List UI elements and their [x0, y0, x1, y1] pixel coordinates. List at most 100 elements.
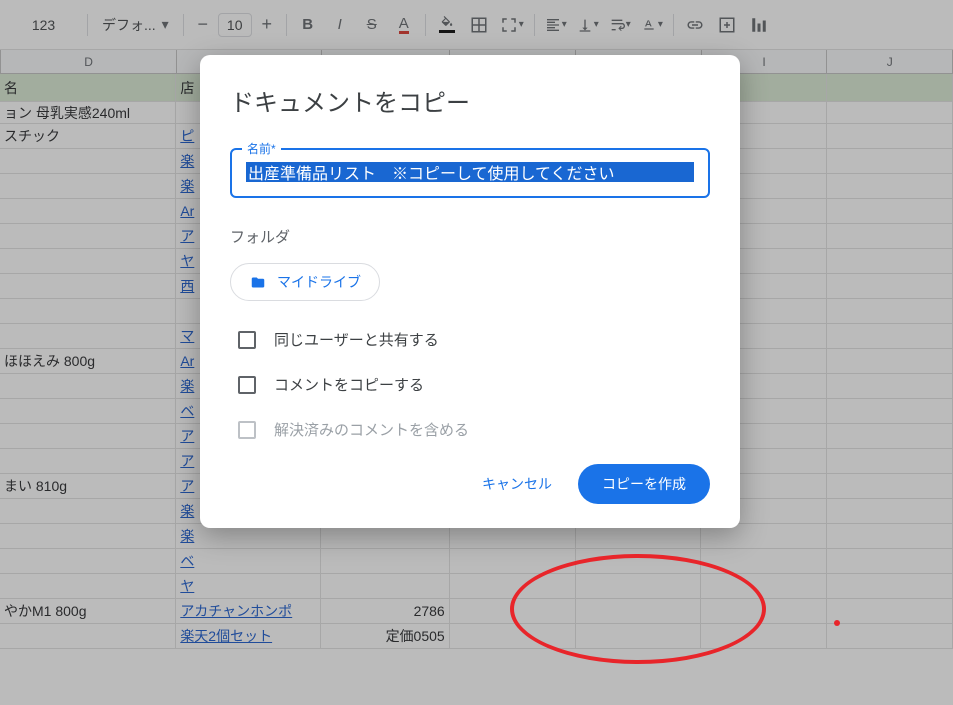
italic-button[interactable]: I [325, 10, 355, 40]
cell[interactable] [0, 624, 176, 648]
cell[interactable] [827, 474, 953, 498]
cell[interactable] [450, 599, 576, 623]
table-row: やかM1 800gアカチャンホンポ2786 [0, 599, 953, 624]
column-header-D[interactable]: D [1, 50, 177, 73]
cell[interactable] [0, 149, 176, 173]
cell[interactable] [321, 549, 450, 573]
cell[interactable] [0, 324, 176, 348]
cell[interactable] [450, 624, 576, 648]
cell[interactable] [0, 299, 176, 323]
cell[interactable] [827, 449, 953, 473]
cell[interactable] [827, 199, 953, 223]
text-color-button[interactable]: A [389, 10, 419, 40]
cell[interactable] [0, 424, 176, 448]
cell[interactable] [701, 549, 827, 573]
borders-button[interactable] [464, 10, 494, 40]
cell[interactable] [0, 224, 176, 248]
cell[interactable] [827, 624, 953, 648]
cell[interactable] [827, 549, 953, 573]
cell[interactable] [827, 249, 953, 273]
cell[interactable] [827, 224, 953, 248]
cell[interactable] [321, 574, 450, 598]
bold-button[interactable]: B [293, 10, 323, 40]
cell[interactable] [576, 574, 702, 598]
copy-comments-row[interactable]: コメントをコピーする [230, 374, 710, 395]
cell[interactable] [827, 124, 953, 148]
cell[interactable]: やかM1 800g [0, 599, 176, 623]
folder-picker-chip[interactable]: マイドライブ [230, 263, 380, 301]
font-family-dropdown[interactable]: デフォ... ▾ [94, 11, 177, 39]
cell[interactable]: 2786 [321, 599, 450, 623]
cell[interactable] [827, 374, 953, 398]
cell[interactable] [0, 574, 176, 598]
cell[interactable]: まい 810g [0, 474, 176, 498]
cell[interactable] [576, 599, 702, 623]
cell[interactable] [827, 499, 953, 523]
separator [183, 14, 184, 36]
cell[interactable] [827, 299, 953, 323]
cell[interactable]: ヤ [176, 574, 321, 598]
cell[interactable] [0, 399, 176, 423]
cell[interactable]: ョン 母乳実感240ml [0, 102, 176, 123]
font-size-input[interactable]: 10 [218, 13, 252, 37]
cell[interactable] [701, 599, 827, 623]
cell[interactable] [827, 524, 953, 548]
cell[interactable] [827, 424, 953, 448]
dialog-title: ドキュメントをコピー [230, 83, 710, 118]
strikethrough-button[interactable]: S [357, 10, 387, 40]
insert-chart-button[interactable] [744, 10, 774, 40]
cell[interactable]: スチック [0, 124, 176, 148]
cell[interactable] [701, 574, 827, 598]
header-cell[interactable]: 名 [0, 74, 176, 101]
table-row: ベ [0, 549, 953, 574]
document-name-input[interactable] [246, 162, 694, 182]
cell[interactable] [0, 499, 176, 523]
cell[interactable] [0, 274, 176, 298]
text-wrap-button[interactable]: ▾ [605, 10, 635, 40]
cell[interactable] [0, 374, 176, 398]
cell[interactable] [450, 549, 576, 573]
cell[interactable]: ほほえみ 800g [0, 349, 176, 373]
name-field: 名前* [230, 148, 710, 198]
horizontal-align-button[interactable]: ▾ [541, 10, 571, 40]
checkbox-icon [238, 331, 256, 349]
cell[interactable] [827, 174, 953, 198]
fill-color-button[interactable] [432, 10, 462, 40]
cell[interactable] [0, 249, 176, 273]
insert-comment-button[interactable] [712, 10, 742, 40]
cell[interactable] [827, 599, 953, 623]
make-copy-button[interactable]: コピーを作成 [578, 464, 710, 504]
cell[interactable] [450, 574, 576, 598]
header-cell[interactable] [827, 74, 953, 101]
cell[interactable] [0, 524, 176, 548]
cell[interactable]: 楽天2個セット [176, 624, 321, 648]
column-header-J[interactable]: J [827, 50, 953, 73]
text-rotation-button[interactable]: ▾ [637, 10, 667, 40]
decrease-font-button[interactable]: − [190, 10, 216, 40]
cell[interactable] [0, 549, 176, 573]
cell[interactable] [576, 624, 702, 648]
cell[interactable] [827, 349, 953, 373]
cell[interactable] [0, 199, 176, 223]
cell[interactable] [827, 274, 953, 298]
cell[interactable] [827, 102, 953, 123]
cell[interactable] [827, 324, 953, 348]
cell[interactable]: アカチャンホンポ [176, 599, 321, 623]
cell[interactable]: 定価0505 [321, 624, 450, 648]
folder-section-label: フォルダ [230, 226, 710, 247]
number-format-button[interactable]: 123 [6, 11, 81, 39]
merge-cells-button[interactable]: ▾ [496, 10, 528, 40]
cell[interactable] [0, 449, 176, 473]
insert-link-button[interactable] [680, 10, 710, 40]
increase-font-button[interactable]: + [254, 10, 280, 40]
cell[interactable]: ベ [176, 549, 321, 573]
cell[interactable] [827, 574, 953, 598]
cell[interactable] [827, 149, 953, 173]
cell[interactable] [701, 624, 827, 648]
share-same-users-row[interactable]: 同じユーザーと共有する [230, 329, 710, 350]
cell[interactable] [0, 174, 176, 198]
cell[interactable] [576, 549, 702, 573]
cancel-button[interactable]: キャンセル [468, 465, 566, 503]
cell[interactable] [827, 399, 953, 423]
vertical-align-button[interactable]: ▾ [573, 10, 603, 40]
